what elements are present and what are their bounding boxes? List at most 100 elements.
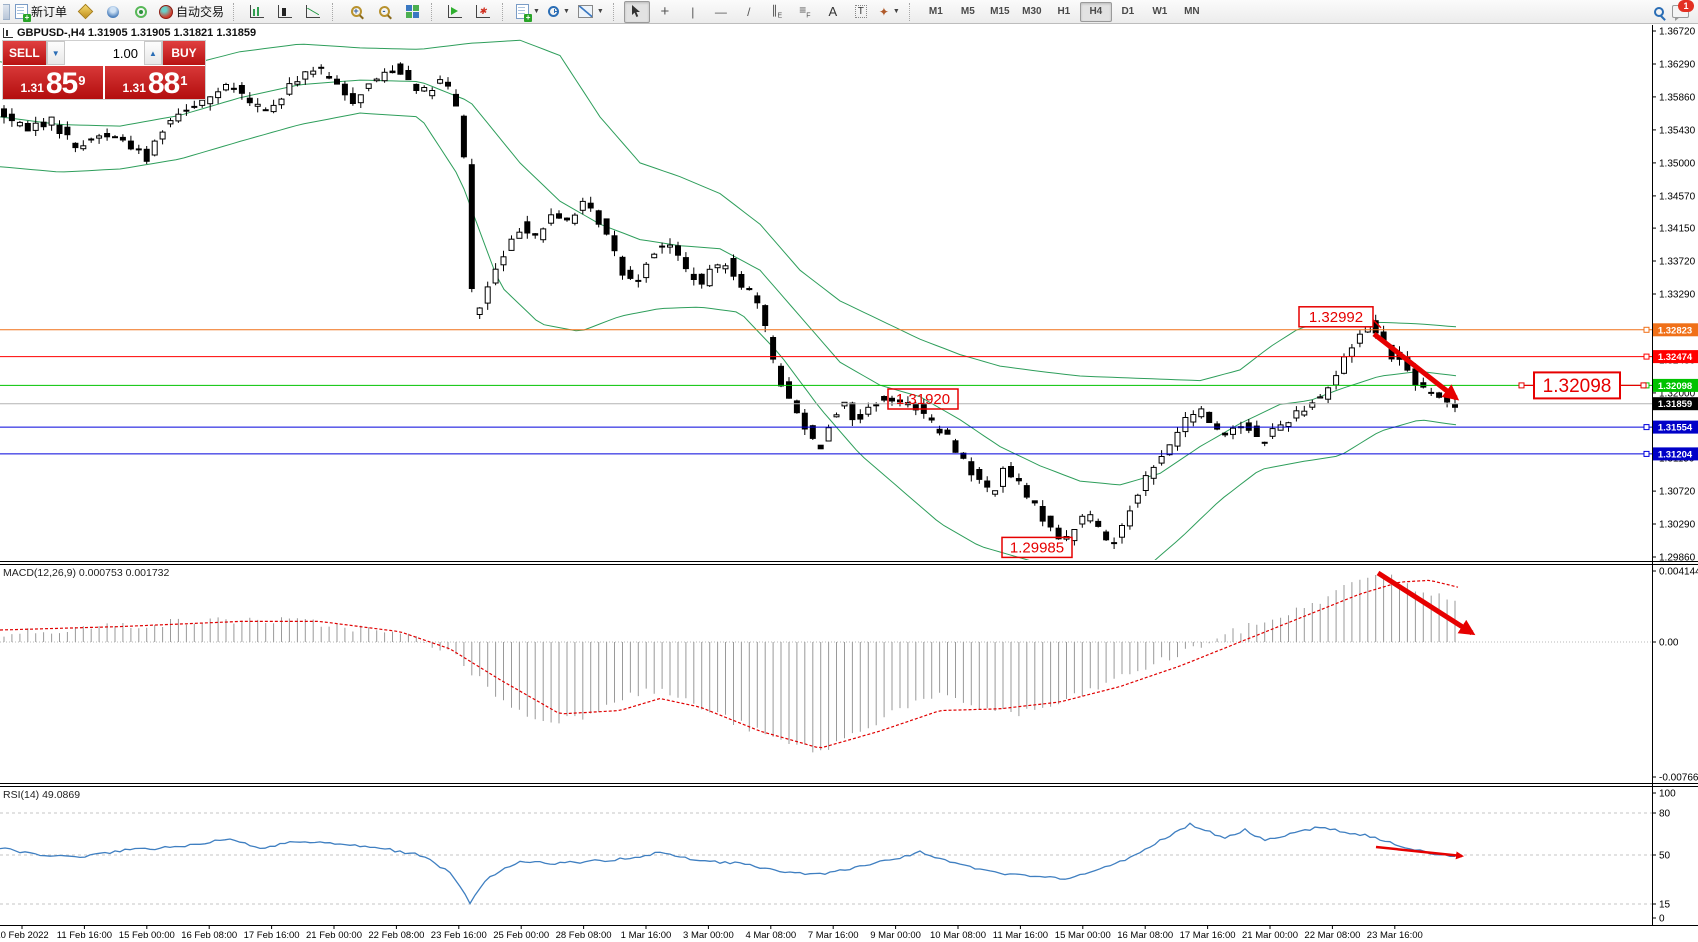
one-click-trading-panel: SELL ▼ ▲ BUY 1.31 85 9 1.31 88 1: [2, 40, 206, 100]
timeframe-m5[interactable]: M5: [952, 2, 984, 22]
chart-shift-button[interactable]: [442, 1, 468, 23]
svg-text:1.33290: 1.33290: [1659, 290, 1696, 301]
candlestick-series: [2, 62, 1458, 549]
volume-input[interactable]: [65, 41, 144, 65]
timeframe-group: M1M5M15M30H1H4D1W1MN: [920, 2, 1208, 22]
contacts-button[interactable]: [100, 1, 126, 23]
svg-text:1.31920: 1.31920: [896, 391, 950, 408]
svg-text:1.32474: 1.32474: [1658, 352, 1693, 363]
svg-text:80: 80: [1659, 809, 1671, 820]
indicators-button[interactable]: +▼: [513, 1, 543, 23]
search-icon[interactable]: [1654, 7, 1664, 17]
trendline-tool-button[interactable]: /: [736, 1, 762, 23]
svg-text:1.35860: 1.35860: [1659, 92, 1696, 103]
macd-label: MACD(12,26,9) 0.000753 0.001732: [3, 567, 169, 579]
sell-price-prefix: 1.31: [21, 79, 44, 97]
svg-text:1.30720: 1.30720: [1659, 487, 1696, 498]
buy-button[interactable]: BUY: [163, 41, 205, 65]
line-chart-icon: [306, 5, 320, 18]
toolbar-separator: [233, 3, 238, 21]
chart-title-row: GBPUSD-,H4 1.31905 1.31905 1.31821 1.318…: [3, 27, 256, 39]
channel-tool-button[interactable]: ∥E: [764, 1, 790, 23]
sell-price-big: 85: [46, 71, 77, 97]
vertical-line-icon: |: [691, 5, 694, 19]
svg-text:1.35430: 1.35430: [1659, 125, 1696, 136]
text-tool-button[interactable]: A: [820, 1, 846, 23]
volume-increase-button[interactable]: ▲: [144, 41, 162, 65]
timeframe-h1[interactable]: H1: [1048, 2, 1080, 22]
svg-text:3 Mar 00:00: 3 Mar 00:00: [683, 930, 734, 941]
timeframe-d1[interactable]: D1: [1112, 2, 1144, 22]
template-icon: [578, 5, 593, 18]
chart-window-icon: [3, 28, 13, 38]
svg-text:1.31204: 1.31204: [1658, 449, 1693, 460]
svg-text:1.32823: 1.32823: [1658, 325, 1692, 336]
toolbar-separator: [332, 3, 337, 21]
auto-trading-button[interactable]: 自动交易: [156, 1, 227, 23]
line-chart-button[interactable]: [300, 1, 326, 23]
chart-canvas[interactable]: 1.367201.362901.358601.354301.350001.345…: [0, 0, 1698, 942]
timeframe-m30[interactable]: M30: [1016, 2, 1048, 22]
chat-icon[interactable]: 1: [1672, 5, 1689, 18]
fibonacci-tool-button[interactable]: ≡F: [792, 1, 818, 23]
toolbar-separator: [502, 3, 507, 21]
add-indicator-icon: +: [516, 4, 529, 19]
cursor-tool-button[interactable]: [624, 1, 650, 23]
price-axis[interactable]: 1.367201.362901.358601.354301.350001.345…: [1652, 27, 1698, 564]
auto-scroll-button[interactable]: ✱: [470, 1, 496, 23]
svg-text:100: 100: [1659, 789, 1676, 800]
timeframe-mn[interactable]: MN: [1176, 2, 1208, 22]
toolbar-right: 1: [1654, 5, 1695, 18]
svg-text:4 Mar 08:00: 4 Mar 08:00: [745, 930, 796, 941]
timeframe-m1[interactable]: M1: [920, 2, 952, 22]
zoom-in-button[interactable]: +: [343, 1, 369, 23]
signals-button[interactable]: [128, 1, 154, 23]
horizontal-line-tool-button[interactable]: —: [708, 1, 734, 23]
text-label-icon: T: [855, 5, 867, 18]
time-axis[interactable]: 10 Feb 202211 Feb 16:0015 Feb 00:0016 Fe…: [0, 926, 1423, 941]
cursor-icon: [631, 5, 642, 18]
tile-windows-button[interactable]: [399, 1, 425, 23]
buy-price-panel[interactable]: 1.31 88 1: [105, 66, 205, 99]
auto-scroll-icon: ✱: [476, 5, 490, 18]
market-watch-button[interactable]: [72, 1, 98, 23]
timeframe-m15[interactable]: M15: [984, 2, 1016, 22]
vertical-line-tool-button[interactable]: |: [680, 1, 706, 23]
svg-text:21 Feb 00:00: 21 Feb 00:00: [306, 930, 362, 941]
sell-price-sup: 9: [78, 66, 85, 96]
svg-text:22 Mar 08:00: 22 Mar 08:00: [1304, 930, 1360, 941]
candlestick-chart-button[interactable]: [272, 1, 298, 23]
sell-button[interactable]: SELL: [3, 41, 46, 65]
volume-decrease-button[interactable]: ▼: [47, 41, 65, 65]
rsi-line: [0, 823, 1455, 903]
zoom-out-button[interactable]: -: [371, 1, 397, 23]
timeframe-w1[interactable]: W1: [1144, 2, 1176, 22]
svg-text:22 Feb 08:00: 22 Feb 08:00: [368, 930, 424, 941]
svg-text:11 Feb 16:00: 11 Feb 16:00: [57, 930, 112, 941]
annotations[interactable]: 1.329921.319201.299851.32098: [888, 307, 1646, 856]
chart-shift-icon: [448, 5, 462, 18]
svg-text:23 Mar 16:00: 23 Mar 16:00: [1367, 930, 1423, 941]
bar-chart-icon: [250, 5, 264, 18]
new-order-label: 新订单: [31, 3, 67, 20]
horizontal-line-icon: —: [715, 5, 727, 19]
periods-button[interactable]: ▼: [545, 1, 573, 23]
templates-button[interactable]: ▼: [575, 1, 607, 23]
tile-windows-icon: [406, 5, 419, 18]
bar-chart-button[interactable]: [244, 1, 270, 23]
timeframe-h4[interactable]: H4: [1080, 2, 1112, 22]
rsi-scale: 1008050150: [1652, 789, 1676, 925]
new-order-button[interactable]: + 新订单: [12, 1, 70, 23]
svg-text:-0.007664: -0.007664: [1659, 773, 1698, 784]
fibonacci-icon: ≡F: [799, 3, 810, 19]
arrows-tool-button[interactable]: ✦▼: [876, 1, 903, 23]
svg-text:1.36290: 1.36290: [1659, 60, 1696, 71]
text-label-tool-button[interactable]: T: [848, 1, 874, 23]
pane-separators[interactable]: [0, 25, 1698, 926]
toolbar-separator: [909, 3, 914, 21]
crosshair-tool-button[interactable]: +: [652, 1, 678, 23]
chart-title: GBPUSD-,H4 1.31905 1.31905 1.31821 1.318…: [17, 27, 256, 39]
svg-text:1.31554: 1.31554: [1658, 423, 1693, 434]
svg-text:17 Feb 16:00: 17 Feb 16:00: [244, 930, 300, 941]
sell-price-panel[interactable]: 1.31 85 9: [3, 66, 103, 99]
